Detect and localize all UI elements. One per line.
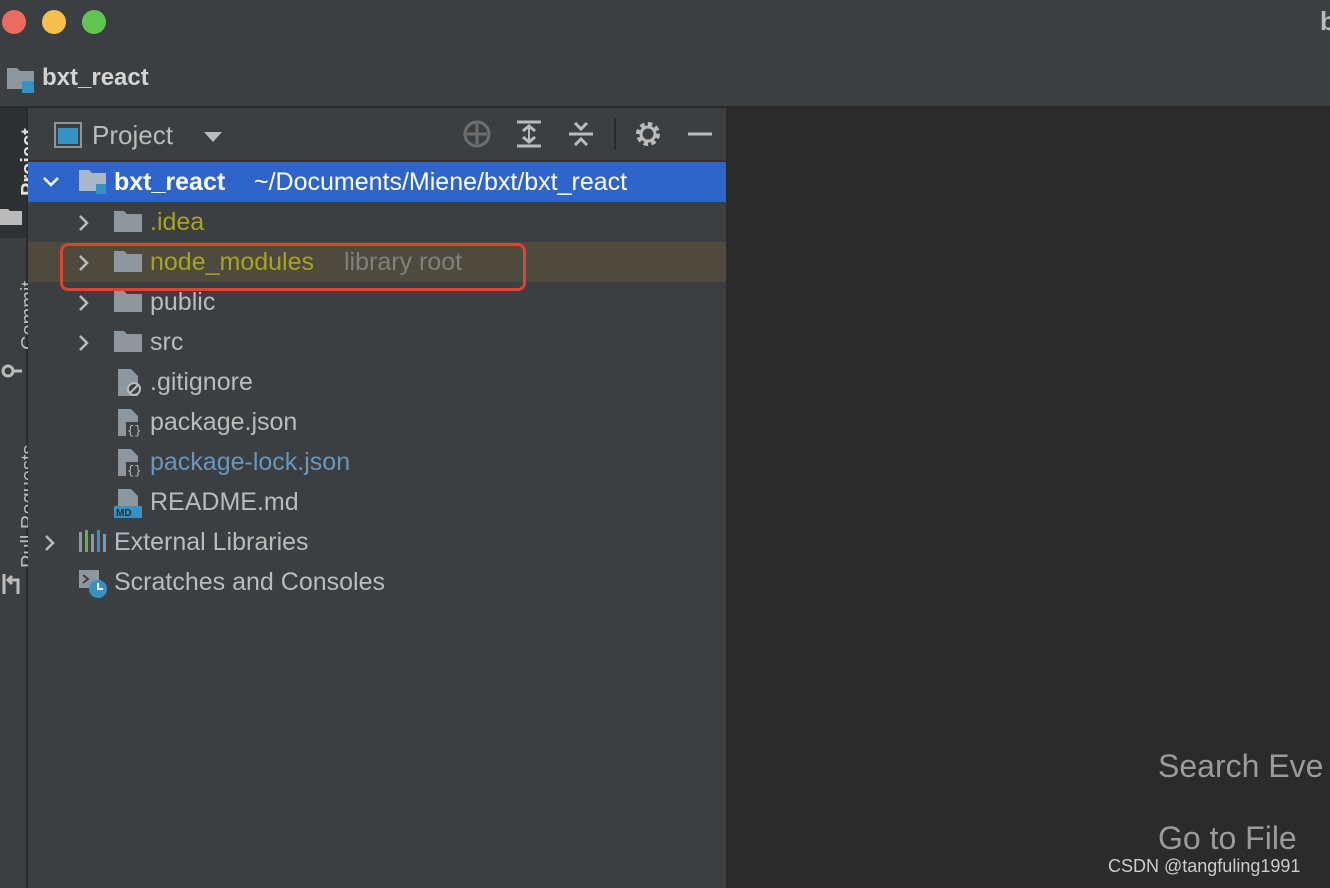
project-view-title[interactable]: Project <box>92 120 173 151</box>
svg-text:MD: MD <box>116 508 132 518</box>
hint-search-everywhere: Search Eve <box>1158 748 1324 784</box>
svg-text:{}: {} <box>127 424 141 438</box>
tree-item-label: .gitignore <box>150 368 253 396</box>
chevron-right-icon[interactable] <box>44 534 56 552</box>
project-panel: Project bxt_react ~/Documents/Miene/bxt/… <box>28 108 726 888</box>
folder-icon <box>114 331 142 352</box>
zoom-window-button[interactable] <box>82 10 106 34</box>
tree-item-gitignore[interactable]: .gitignore <box>28 362 726 402</box>
tree-item-external-libraries[interactable]: External Libraries <box>28 522 726 562</box>
tree-item-label: .idea <box>150 208 205 236</box>
navigation-bar: bxt_react <box>0 44 1330 108</box>
title-bar: b <box>0 0 1330 44</box>
chevron-right-icon[interactable] <box>78 334 90 352</box>
tree-item-label: package-lock.json <box>150 448 351 476</box>
json-file-icon: {} <box>118 409 142 438</box>
collapse-all-icon[interactable] <box>566 119 596 149</box>
locate-icon[interactable] <box>462 119 492 149</box>
folder-icon <box>114 291 142 312</box>
pull-request-icon <box>2 574 20 594</box>
ignore-file-icon <box>118 369 141 396</box>
project-folder-icon <box>6 66 36 101</box>
project-panel-header: Project <box>28 108 726 162</box>
svg-text:{}: {} <box>127 464 141 478</box>
tree-item-label: public <box>150 288 216 316</box>
tree-root-row[interactable]: bxt_react ~/Documents/Miene/bxt/bxt_reac… <box>28 162 726 202</box>
scratches-icon <box>79 570 107 598</box>
project-folder-icon <box>79 170 106 194</box>
window-title: b <box>1320 6 1330 36</box>
chevron-right-icon[interactable] <box>78 214 90 232</box>
tree-item-label: package.json <box>150 408 298 436</box>
editor-area: Search Eve Go to File <box>726 108 1330 888</box>
annotation-highlight <box>60 243 526 291</box>
tree-item-label: External Libraries <box>114 528 309 556</box>
tool-tab-pull-requests[interactable]: Pull Requests <box>0 408 40 608</box>
tree-item-idea[interactable]: .idea <box>28 202 726 242</box>
tree-root-path: ~/Documents/Miene/bxt/bxt_react <box>254 168 628 196</box>
tree-item-src[interactable]: src <box>28 322 726 362</box>
gear-icon[interactable] <box>633 119 663 149</box>
minimize-window-button[interactable] <box>42 10 66 34</box>
chevron-down-icon[interactable] <box>42 176 60 188</box>
tree-item-package-json[interactable]: {} package.json <box>28 402 726 442</box>
library-icon <box>79 530 106 552</box>
tree-item-readme[interactable]: MD README.md <box>28 482 726 522</box>
tree-item-label: README.md <box>150 488 299 516</box>
tree-root-name: bxt_react <box>114 168 226 196</box>
hint-go-to-file: Go to File <box>1158 820 1297 856</box>
tree-item-scratches[interactable]: Scratches and Consoles <box>28 562 726 602</box>
minimize-icon[interactable] <box>685 119 715 149</box>
watermark: CSDN @tangfuling1991 <box>1108 856 1301 876</box>
json-file-icon: {} <box>118 449 142 478</box>
project-view-icon <box>54 122 82 153</box>
toolbar-separator <box>614 118 616 150</box>
tool-window-strip: Project Commit Pull Requests <box>0 108 40 888</box>
expand-all-icon[interactable] <box>514 119 544 149</box>
chevron-right-icon[interactable] <box>78 294 90 312</box>
breadcrumb-project[interactable]: bxt_react <box>42 64 149 92</box>
chevron-down-icon[interactable] <box>204 132 222 142</box>
tree-item-label: Scratches and Consoles <box>114 568 385 596</box>
commit-icon <box>1 364 22 378</box>
markdown-file-icon: MD <box>114 489 142 518</box>
folder-icon <box>114 211 142 232</box>
folder-icon <box>0 209 22 225</box>
tree-item-label: src <box>150 328 184 356</box>
tool-tab-project[interactable]: Project <box>0 108 40 238</box>
tool-tab-commit[interactable]: Commit <box>0 258 40 388</box>
tree-item-package-lock-json[interactable]: {} package-lock.json <box>28 442 726 482</box>
close-window-button[interactable] <box>2 10 26 34</box>
